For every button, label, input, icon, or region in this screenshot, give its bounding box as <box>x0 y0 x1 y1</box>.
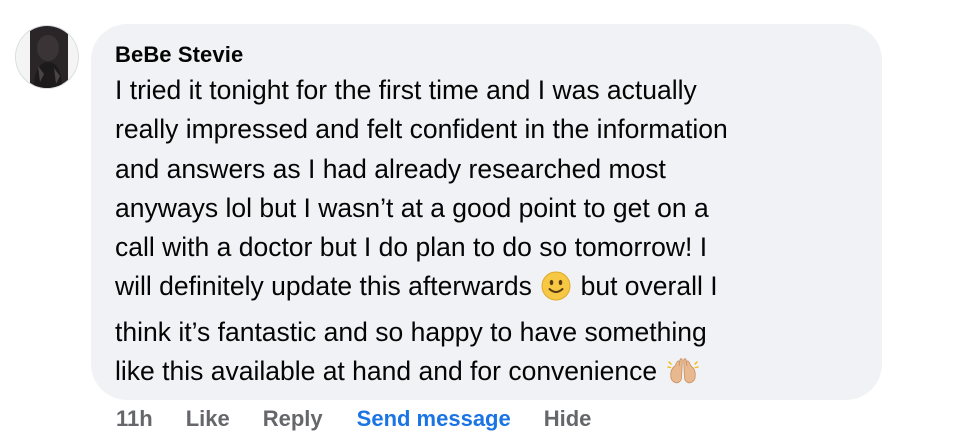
comment-line-part: but overall I <box>580 271 718 302</box>
comment-line: and answers as I had already researched … <box>115 153 666 184</box>
slightly-smiling-face-icon <box>541 271 571 312</box>
comment-line: I tried it tonight for the first time an… <box>115 75 697 105</box>
comment-author[interactable]: BeBe Stevie <box>115 40 858 70</box>
comment-line: think it’s fantastic and so happy to hav… <box>115 316 707 347</box>
comment-line-with-emoji: like this available at hand and for conv… <box>115 352 858 397</box>
comment-line: really impressed and felt confident in t… <box>115 114 728 145</box>
comment-line: anyways lol but I wasn’t at a good point… <box>115 192 709 223</box>
comment-actions: 11h Like Reply Send message Hide <box>116 400 591 438</box>
comment-line-part: will definitely update this afterwards <box>115 271 532 302</box>
comment-line-with-emoji: will definitely update this afterwards b… <box>115 267 858 312</box>
comment-line: call with a doctor but I do plan to do s… <box>115 232 708 263</box>
timestamp[interactable]: 11h <box>116 406 153 432</box>
hide-button[interactable]: Hide <box>544 406 592 432</box>
comment-line-part: like this available at hand and for conv… <box>115 356 658 387</box>
reply-button[interactable]: Reply <box>263 406 323 432</box>
comment-text: I tried it tonight for the first time an… <box>115 71 858 397</box>
profile-photo <box>16 26 78 88</box>
avatar[interactable] <box>16 26 78 88</box>
raising-hands-icon <box>666 356 699 397</box>
send-message-button[interactable]: Send message <box>357 406 511 432</box>
comment-bubble: BeBe Stevie I tried it tonight for the f… <box>91 24 882 400</box>
like-button[interactable]: Like <box>186 406 230 432</box>
